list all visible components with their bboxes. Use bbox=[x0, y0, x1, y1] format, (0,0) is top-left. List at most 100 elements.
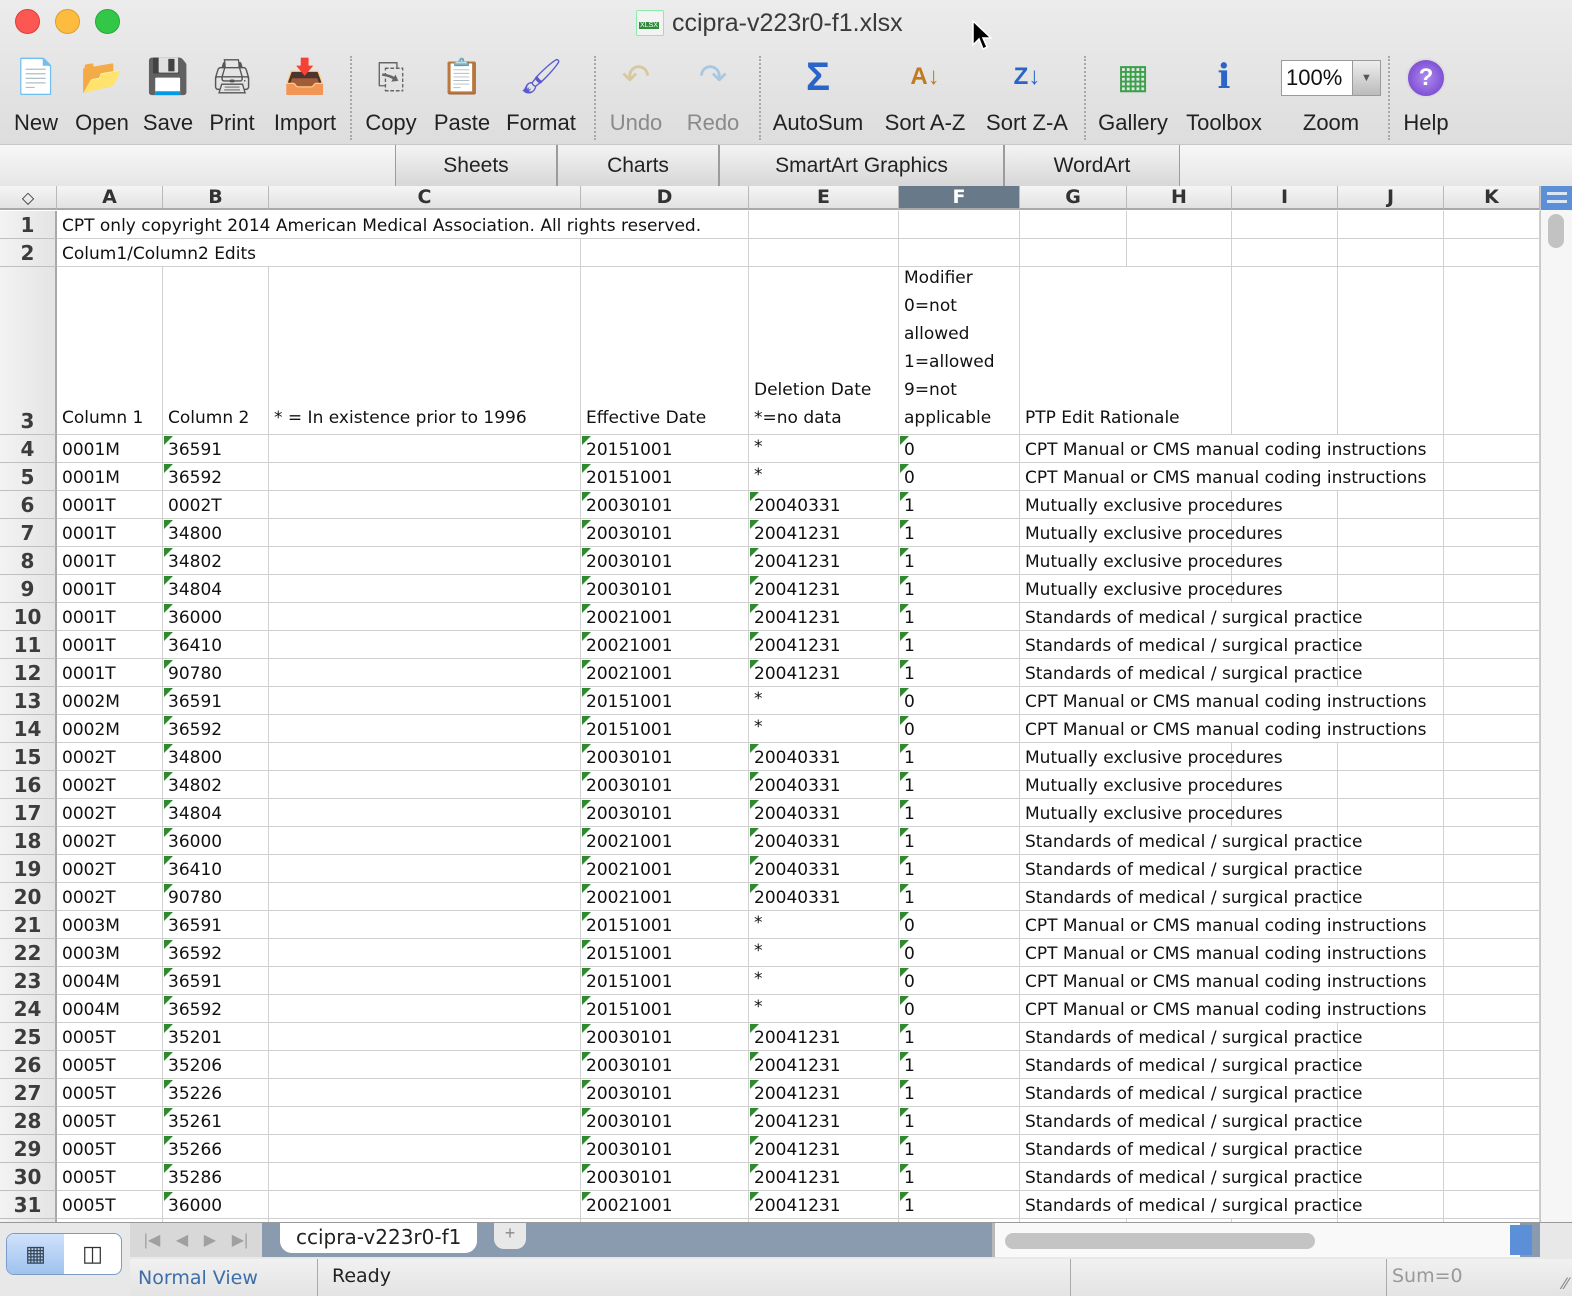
cell-g[interactable]: CPT Manual or CMS manual coding instruct… bbox=[1020, 995, 1444, 1023]
zoom-value[interactable]: 100% bbox=[1282, 61, 1352, 95]
format-button[interactable]: 🖌 Format bbox=[501, 52, 581, 136]
cell-e[interactable]: 20041231 bbox=[749, 1135, 899, 1163]
cell-a[interactable]: 0001T bbox=[57, 659, 163, 687]
cell-d[interactable]: 20030101 bbox=[581, 1079, 749, 1107]
vertical-scrollbar[interactable] bbox=[1540, 186, 1572, 1222]
cell-f[interactable]: 1 bbox=[899, 1107, 1020, 1135]
cell-d[interactable]: 20151001 bbox=[581, 911, 749, 939]
cell-d[interactable]: 20151001 bbox=[581, 715, 749, 743]
cell[interactable] bbox=[1444, 995, 1540, 1023]
cell[interactable] bbox=[1444, 1135, 1540, 1163]
cell-b[interactable]: 0002T bbox=[163, 491, 269, 519]
cell-e[interactable]: 20040331 bbox=[749, 855, 899, 883]
undo-button[interactable]: ↶ Undo bbox=[596, 52, 676, 136]
cell-b[interactable]: 35206 bbox=[163, 1051, 269, 1079]
previous-sheet-icon[interactable]: ◀ bbox=[176, 1230, 188, 1250]
cell[interactable] bbox=[1444, 827, 1540, 855]
autosum-button[interactable]: Σ AutoSum bbox=[773, 52, 864, 136]
column-header-c[interactable]: C bbox=[269, 186, 581, 210]
row-header[interactable]: 8 bbox=[0, 547, 57, 575]
cell-e[interactable]: 20041231 bbox=[749, 519, 899, 547]
row-header[interactable]: 20 bbox=[0, 883, 57, 911]
cell-a[interactable]: 0001T bbox=[57, 603, 163, 631]
paste-button[interactable]: 📋 Paste bbox=[422, 52, 502, 136]
cell[interactable] bbox=[1444, 939, 1540, 967]
cell[interactable] bbox=[1338, 547, 1444, 575]
cell-d[interactable]: 20030101 bbox=[581, 1051, 749, 1079]
cell-g[interactable]: Standards of medical / surgical practice bbox=[1020, 1079, 1362, 1107]
cell-g[interactable]: Mutually exclusive procedures bbox=[1020, 491, 1283, 519]
cell-d[interactable]: 20030101 bbox=[581, 1023, 749, 1051]
cell-e[interactable]: 20041231 bbox=[749, 1023, 899, 1051]
cell-e[interactable]: * bbox=[749, 911, 899, 939]
cell-b[interactable]: 36591 bbox=[163, 967, 269, 995]
cell[interactable] bbox=[269, 771, 581, 799]
cell-e[interactable]: 20041231 bbox=[749, 631, 899, 659]
cell-d[interactable]: 20021001 bbox=[581, 855, 749, 883]
column-title-e[interactable]: Deletion Date *=no data bbox=[749, 267, 899, 435]
cell[interactable] bbox=[1338, 1079, 1444, 1107]
cell-a[interactable]: 0005T bbox=[57, 1107, 163, 1135]
column-title-c[interactable]: * = In existence prior to 1996 bbox=[269, 267, 581, 435]
cell[interactable] bbox=[899, 211, 1020, 239]
split-pane-handle-vertical[interactable] bbox=[1541, 186, 1572, 210]
cell[interactable] bbox=[1232, 267, 1338, 435]
row-header[interactable]: 12 bbox=[0, 659, 57, 687]
cell-b[interactable]: 34800 bbox=[163, 519, 269, 547]
cell[interactable] bbox=[269, 547, 581, 575]
row-header[interactable]: 16 bbox=[0, 771, 57, 799]
last-sheet-icon[interactable]: ▶| bbox=[232, 1230, 248, 1250]
cell-g[interactable]: CPT Manual or CMS manual coding instruct… bbox=[1020, 435, 1444, 463]
cell-f[interactable]: 1 bbox=[899, 1191, 1020, 1219]
cell-g[interactable]: Standards of medical / surgical practice bbox=[1020, 659, 1362, 687]
cell-d[interactable]: 20151001 bbox=[581, 687, 749, 715]
cell-b[interactable]: 90780 bbox=[163, 659, 269, 687]
cell-f[interactable]: 1 bbox=[899, 771, 1020, 799]
cell-b[interactable]: 34802 bbox=[163, 547, 269, 575]
cell-d[interactable]: 20030101 bbox=[581, 1135, 749, 1163]
cell[interactable] bbox=[1444, 743, 1540, 771]
cell-b[interactable]: 90780 bbox=[163, 883, 269, 911]
cell-g[interactable]: Mutually exclusive procedures bbox=[1020, 771, 1283, 799]
cell-b[interactable]: 36000 bbox=[163, 827, 269, 855]
cell-a[interactable]: 0001T bbox=[57, 491, 163, 519]
toolbox-button[interactable]: ℹ Toolbox bbox=[1184, 52, 1264, 136]
cell[interactable] bbox=[269, 1163, 581, 1191]
cell-d[interactable]: 20151001 bbox=[581, 967, 749, 995]
cell-f[interactable]: 1 bbox=[899, 1079, 1020, 1107]
cell[interactable] bbox=[1232, 743, 1338, 771]
cell[interactable] bbox=[1232, 519, 1338, 547]
cell-f[interactable]: 0 bbox=[899, 715, 1020, 743]
cell-d[interactable]: 20030101 bbox=[581, 799, 749, 827]
cell-g[interactable]: Standards of medical / surgical practice bbox=[1020, 827, 1362, 855]
copyright-notice-cell[interactable]: CPT only copyright 2014 American Medical… bbox=[57, 211, 749, 239]
cell[interactable] bbox=[1338, 603, 1444, 631]
cell[interactable] bbox=[1232, 491, 1338, 519]
cell[interactable] bbox=[1444, 267, 1540, 435]
spreadsheet-grid[interactable]: ◇ A B C D E F G H I J K 1 CPT only copyright 2014 Ame… bbox=[0, 186, 1540, 1222]
cell[interactable] bbox=[269, 799, 581, 827]
ribbon-tab-charts[interactable]: Charts bbox=[557, 145, 719, 187]
column-header-i[interactable]: I bbox=[1232, 186, 1338, 210]
cell[interactable] bbox=[269, 687, 581, 715]
minimize-window-button[interactable] bbox=[55, 9, 80, 34]
column-title-g[interactable]: PTP Edit Rationale bbox=[1020, 267, 1232, 435]
cell-d[interactable]: 20030101 bbox=[581, 743, 749, 771]
cell-e[interactable]: 20041231 bbox=[749, 1107, 899, 1135]
cell-b[interactable]: 36000 bbox=[163, 1191, 269, 1219]
cell-d[interactable]: 20021001 bbox=[581, 631, 749, 659]
cell[interactable] bbox=[1127, 239, 1232, 267]
help-button[interactable]: ? Help bbox=[1386, 52, 1466, 136]
cell-f[interactable]: 1 bbox=[899, 1051, 1020, 1079]
row-header[interactable]: 1 bbox=[0, 211, 57, 239]
row-header[interactable]: 14 bbox=[0, 715, 57, 743]
sheet-tab-active[interactable]: ccipra-v223r0-f1 bbox=[280, 1223, 478, 1253]
row-header[interactable]: 31 bbox=[0, 1191, 57, 1219]
column-header-j[interactable]: J bbox=[1338, 186, 1444, 210]
import-button[interactable]: 📥 Import bbox=[265, 52, 345, 136]
zoom-window-button[interactable] bbox=[95, 9, 120, 34]
cell-f[interactable]: 0 bbox=[899, 463, 1020, 491]
cell[interactable] bbox=[1444, 687, 1540, 715]
cell-g[interactable]: CPT Manual or CMS manual coding instruct… bbox=[1020, 967, 1444, 995]
cell-d[interactable]: 20030101 bbox=[581, 519, 749, 547]
